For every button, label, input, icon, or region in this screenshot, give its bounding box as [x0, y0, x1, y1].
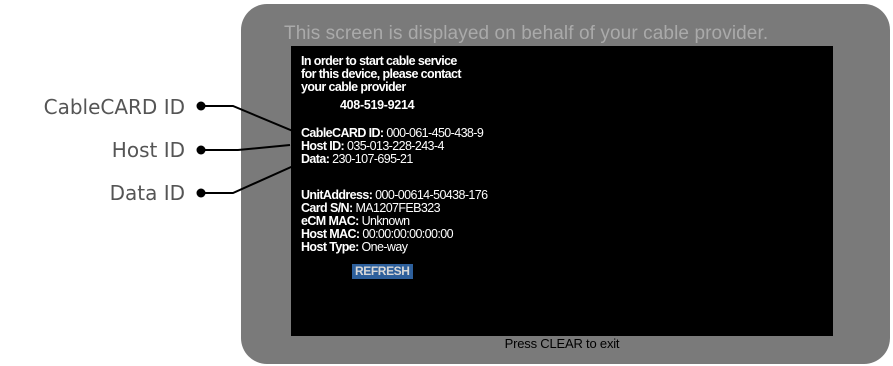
row-label: eCM MAC:: [301, 214, 359, 228]
pointer-dot: [196, 188, 206, 198]
row-value: 000-00614-50438-176: [375, 188, 488, 202]
device-details: UnitAddress: 000-00614-50438-176 Card S/…: [301, 188, 488, 254]
instructions-text: In order to start cable service for this…: [301, 55, 462, 94]
row-value: 00:00:00:00:00:00: [362, 227, 453, 241]
row-label: UnitAddress:: [301, 188, 373, 202]
pointer-dot: [196, 145, 206, 155]
row-value: Unknown: [361, 214, 411, 228]
callout-host-id: Host ID: [111, 138, 185, 162]
row-value: 000-061-450-438-9: [386, 126, 484, 140]
row-value: MA1207FEB323: [355, 201, 440, 215]
row-label: Card S/N:: [301, 201, 353, 215]
row-value: 230-107-695-21: [332, 152, 413, 166]
callout-cablecard-id: CableCARD ID: [43, 95, 185, 119]
row-value: One-way: [361, 240, 408, 254]
provider-phone: 408-519-9214: [340, 98, 415, 112]
pointer-dot: [196, 101, 206, 111]
row-label: Host Type:: [301, 240, 359, 254]
exit-hint: Press CLEAR to exit: [504, 336, 620, 351]
instruction-line: your cable provider: [301, 80, 406, 94]
data-id-row: Data: 230-107-695-21: [301, 153, 483, 166]
callout-data-id: Data ID: [109, 181, 185, 205]
refresh-button[interactable]: REFRESH: [352, 264, 413, 279]
row-label: Host ID:: [301, 139, 345, 153]
row-label: Host MAC:: [301, 227, 360, 241]
host-type-row: Host Type: One-way: [301, 241, 487, 254]
id-list: CableCARD ID: 000-061-450-438-9 Host ID:…: [301, 126, 484, 166]
row-label: Data:: [301, 152, 330, 166]
row-label: CableCARD ID:: [301, 126, 384, 140]
row-value: 035-013-228-243-4: [347, 139, 444, 153]
provider-banner: This screen is displayed on behalf of yo…: [284, 23, 769, 44]
